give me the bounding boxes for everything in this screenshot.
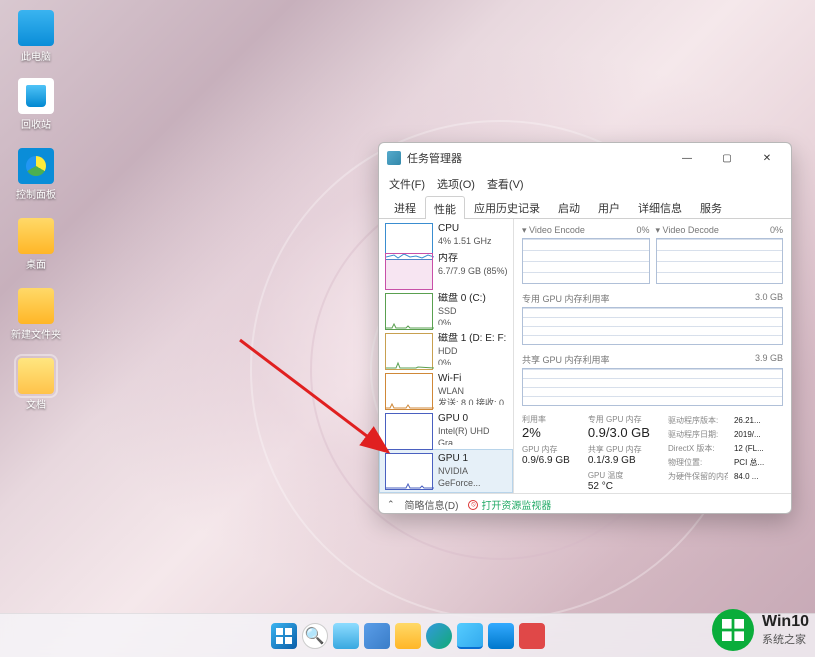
minimize-button[interactable]: — — [667, 144, 707, 172]
titlebar[interactable]: 任务管理器 — ▢ ✕ — [379, 143, 791, 173]
menu-bar: 文件(F) 选项(O) 查看(V) — [379, 173, 791, 195]
graph-video-decode[interactable]: ▾ Video Decode0% — [656, 225, 784, 284]
desktop-icon-label: 新建文件夹 — [11, 330, 61, 341]
app-icon — [387, 151, 401, 165]
perf-item-wifi[interactable]: Wi-FiWLAN发送: 8.0 接收: 0 Kb — [379, 369, 513, 409]
fewer-details-link[interactable]: 简略信息(D) — [405, 497, 459, 512]
open-resource-monitor-link[interactable]: ⦸打开资源监视器 — [468, 497, 551, 512]
store-icon[interactable] — [488, 623, 514, 649]
task-view-icon[interactable] — [333, 623, 359, 649]
stat-label: GPU 内存 — [522, 444, 570, 455]
desktop-icon-control-panel[interactable]: 控制面板 — [8, 148, 64, 201]
desktop-icon-label: 文档 — [26, 400, 46, 411]
taskbar: 🔍 — [0, 613, 815, 657]
stat-label: 利用率 — [522, 414, 570, 425]
perf-item-memory[interactable]: 内存6.7/7.9 GB (85%) — [379, 249, 513, 289]
stat-temp: 52 °C — [588, 481, 650, 492]
stat-dedmem: 0.9/3.0 GB — [588, 425, 650, 440]
desktop-icon-label: 回收站 — [21, 120, 51, 131]
stat-util: 2% — [522, 425, 570, 440]
stat-gpumem: 0.9/6.9 GB — [522, 455, 570, 466]
edge-icon[interactable] — [426, 623, 452, 649]
tab-services[interactable]: 服务 — [691, 195, 731, 218]
tab-app-history[interactable]: 应用历史记录 — [465, 195, 549, 218]
graph-shared-gpu-mem[interactable]: 共享 GPU 内存利用率3.9 GB — [522, 353, 783, 406]
stat-label: 共享 GPU 内存 — [588, 444, 650, 455]
menu-options[interactable]: 选项(O) — [437, 176, 475, 192]
desktop-icon-label: 此电脑 — [21, 52, 51, 63]
desktop-background: 此电脑 回收站 控制面板 桌面 新建文件夹 文档 任务管理器 — ▢ ✕ 文件(… — [0, 0, 815, 657]
watermark: Win10 系统之家 — [712, 609, 809, 651]
perf-item-cpu[interactable]: CPU4% 1.51 GHz — [379, 219, 513, 249]
start-button[interactable] — [271, 623, 297, 649]
desktop-icon-folder-3[interactable]: 文档 — [8, 358, 64, 411]
close-button[interactable]: ✕ — [747, 144, 787, 172]
perf-item-disk1[interactable]: 磁盘 1 (D: E: F:HDD0% — [379, 329, 513, 369]
watermark-subtitle: 系统之家 — [762, 631, 809, 647]
stat-label: 专用 GPU 内存 — [588, 414, 650, 425]
watermark-badge — [712, 609, 754, 651]
tab-bar: 进程 性能 应用历史记录 启动 用户 详细信息 服务 — [379, 195, 791, 219]
desktop-icon-folder-2[interactable]: 新建文件夹 — [8, 288, 64, 341]
desktop-icon-recycle-bin[interactable]: 回收站 — [8, 78, 64, 131]
stat-shmem: 0.1/3.9 GB — [588, 455, 650, 466]
search-icon[interactable]: 🔍 — [302, 623, 328, 649]
desktop-icon-label: 控制面板 — [16, 190, 56, 201]
task-manager-taskbar-icon[interactable] — [457, 623, 483, 649]
desktop-icon-folder-1[interactable]: 桌面 — [8, 218, 64, 271]
watermark-title: Win10 — [762, 613, 809, 631]
stats-grid: 利用率 2% GPU 内存 0.9/6.9 GB 专用 GPU 内存 0.9/3… — [522, 414, 783, 493]
performance-detail: ▾ Video Encode0% ▾ Video Decode0% 专用 GPU… — [514, 219, 791, 493]
performance-sidebar: CPU4% 1.51 GHz 内存6.7/7.9 GB (85%) 磁盘 0 (… — [379, 219, 514, 493]
chevron-up-icon[interactable]: ⌃ — [387, 499, 395, 510]
task-manager-window: 任务管理器 — ▢ ✕ 文件(F) 选项(O) 查看(V) 进程 性能 应用历史… — [378, 142, 792, 514]
desktop-icon-this-pc[interactable]: 此电脑 — [8, 10, 64, 63]
tab-users[interactable]: 用户 — [589, 195, 629, 218]
widgets-icon[interactable] — [364, 623, 390, 649]
window-title: 任务管理器 — [407, 150, 462, 166]
app-icon-red[interactable] — [519, 623, 545, 649]
tab-details[interactable]: 详细信息 — [629, 195, 691, 218]
footer: ⌃ 简略信息(D) ⦸打开资源监视器 — [379, 493, 791, 514]
stat-label: GPU 温度 — [588, 470, 650, 481]
graph-dedicated-gpu-mem[interactable]: 专用 GPU 内存利用率3.0 GB — [522, 292, 783, 345]
file-explorer-icon[interactable] — [395, 623, 421, 649]
tab-performance[interactable]: 性能 — [425, 196, 465, 219]
stats-right: 驱动程序版本:26.21... 驱动程序日期:2019/... DirectX … — [668, 414, 764, 493]
perf-item-disk0[interactable]: 磁盘 0 (C:)SSD0% — [379, 289, 513, 329]
graph-video-encode[interactable]: ▾ Video Encode0% — [522, 225, 650, 284]
tab-processes[interactable]: 进程 — [385, 195, 425, 218]
menu-file[interactable]: 文件(F) — [389, 176, 425, 192]
desktop-icon-label: 桌面 — [26, 260, 46, 271]
tab-startup[interactable]: 启动 — [549, 195, 589, 218]
perf-item-gpu0[interactable]: GPU 0Intel(R) UHD Gra...0% — [379, 409, 513, 449]
perf-item-gpu1[interactable]: GPU 1NVIDIA GeForce...2% (52 °C) — [379, 449, 513, 493]
maximize-button[interactable]: ▢ — [707, 144, 747, 172]
menu-view[interactable]: 查看(V) — [487, 176, 524, 192]
